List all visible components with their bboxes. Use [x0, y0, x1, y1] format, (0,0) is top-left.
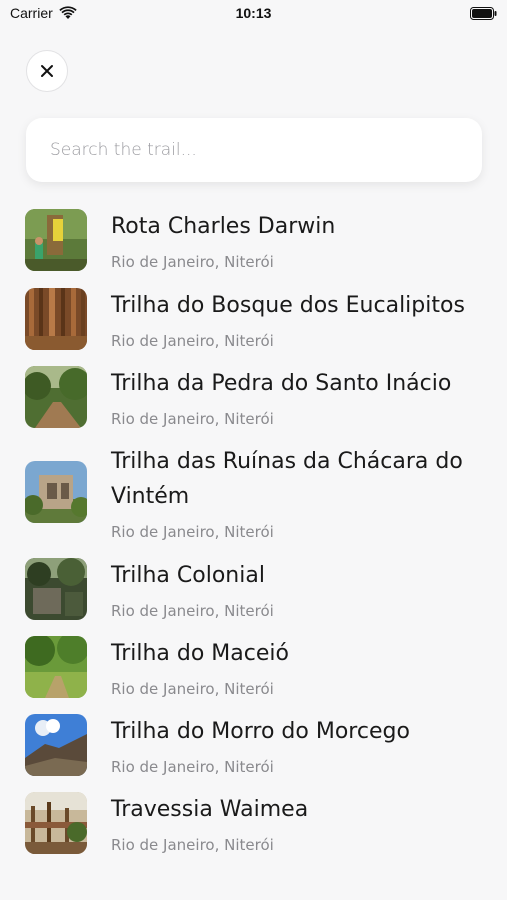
list-item[interactable]: Trilha do Maceió Rio de Janeiro, Niterói: [25, 634, 485, 704]
close-button[interactable]: [26, 50, 68, 92]
search-box: [26, 118, 482, 182]
trail-thumbnail: [25, 636, 87, 698]
trail-location: Rio de Janeiro, Niterói: [111, 758, 274, 776]
trail-name: Trilha Colonial: [111, 563, 265, 588]
trail-location: Rio de Janeiro, Niterói: [111, 680, 274, 698]
list-item[interactable]: Trilha da Pedra do Santo Inácio Rio de J…: [25, 364, 485, 434]
close-icon: [41, 65, 53, 77]
list-item[interactable]: Trilha das Ruínas da Chácara do Vintém R…: [25, 442, 485, 547]
search-input[interactable]: [50, 118, 460, 182]
list-item[interactable]: Trilha Colonial Rio de Janeiro, Niterói: [25, 556, 485, 626]
trail-name: Travessia Waimea: [111, 797, 309, 822]
trail-thumbnail: [25, 792, 87, 854]
trail-location: Rio de Janeiro, Niterói: [111, 836, 274, 854]
trail-name: Trilha das Ruínas da Chácara do Vintém: [111, 449, 463, 509]
trail-location: Rio de Janeiro, Niterói: [111, 253, 274, 271]
trail-name: Trilha da Pedra do Santo Inácio: [111, 371, 452, 396]
battery-icon: [470, 7, 497, 20]
list-item[interactable]: Rota Charles Darwin Rio de Janeiro, Nite…: [25, 207, 485, 277]
trail-thumbnail: [25, 209, 87, 271]
trail-thumbnail: [25, 288, 87, 350]
trail-name: Trilha do Bosque dos Eucalipitos: [111, 293, 465, 318]
trail-location: Rio de Janeiro, Niterói: [111, 332, 274, 350]
status-time: 10:13: [235, 5, 272, 21]
trail-thumbnail: [25, 461, 87, 523]
status-bar: Carrier 10:13: [0, 0, 507, 28]
trail-name: Trilha do Morro do Morcego: [111, 719, 410, 744]
trail-location: Rio de Janeiro, Niterói: [111, 602, 274, 620]
list-item[interactable]: Trilha do Bosque dos Eucalipitos Rio de …: [25, 286, 485, 356]
list-item[interactable]: Trilha do Morro do Morcego Rio de Janeir…: [25, 712, 485, 782]
trail-thumbnail: [25, 714, 87, 776]
trail-thumbnail: [25, 558, 87, 620]
trail-thumbnail: [25, 366, 87, 428]
list-item[interactable]: Travessia Waimea Rio de Janeiro, Niterói: [25, 790, 485, 860]
trail-location: Rio de Janeiro, Niterói: [111, 523, 274, 541]
trail-location: Rio de Janeiro, Niterói: [111, 410, 274, 428]
trail-name: Trilha do Maceió: [111, 641, 289, 666]
trail-name: Rota Charles Darwin: [111, 214, 336, 239]
